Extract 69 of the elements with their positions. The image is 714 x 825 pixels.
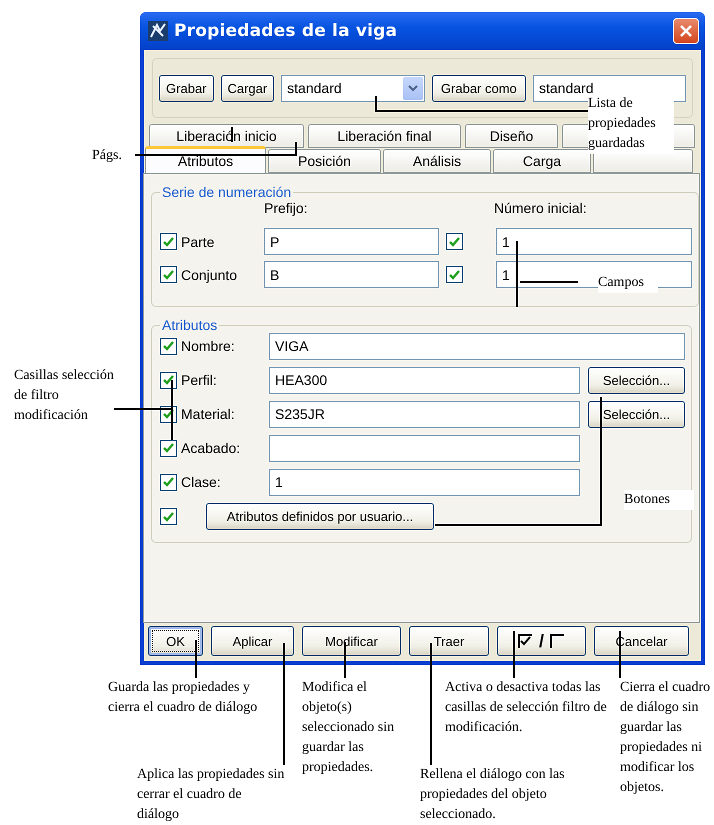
- leader-line: [516, 241, 518, 307]
- load-button[interactable]: Cargar: [220, 74, 274, 102]
- save-as-button[interactable]: Grabar como: [432, 74, 526, 102]
- save-button[interactable]: Grabar: [159, 74, 214, 102]
- check-icon: [163, 409, 174, 419]
- dialog-button[interactable]: Traer: [409, 626, 489, 656]
- chevron-down-icon[interactable]: [402, 76, 423, 100]
- dialog-button[interactable]: Modificar: [302, 626, 401, 656]
- check-icon: [163, 512, 174, 522]
- attribute-field[interactable]: VIGA: [269, 332, 685, 360]
- check-icon: [163, 236, 174, 246]
- checkbox[interactable]: [160, 266, 177, 283]
- callout-tooltip: Lista de propiedades guardadas: [588, 94, 674, 154]
- attribute-field[interactable]: [269, 434, 580, 462]
- annotation-text: Botones: [624, 490, 694, 510]
- checkbox[interactable]: [160, 508, 177, 525]
- attribute-field[interactable]: HEA300: [269, 366, 580, 394]
- column-header: Número inicial:: [494, 200, 587, 216]
- field-label: Conjunto: [181, 266, 238, 282]
- tab[interactable]: Atributos: [145, 146, 266, 173]
- field-label: Nombre:: [181, 338, 235, 354]
- close-button[interactable]: [673, 18, 699, 44]
- leader-line: [520, 281, 578, 283]
- user-attributes-button[interactable]: Atributos definidos por usuario...: [206, 503, 434, 530]
- check-icon: [163, 341, 174, 351]
- field-label: Acabado:: [181, 440, 240, 456]
- checkbox[interactable]: [160, 440, 177, 456]
- tab[interactable]: Diseño: [465, 124, 558, 148]
- leader-line: [513, 631, 515, 678]
- tab[interactable]: Análisis: [383, 149, 491, 173]
- field-label: Perfil:: [181, 372, 217, 388]
- field-label: Parte: [181, 234, 214, 250]
- checkbox[interactable]: [160, 372, 177, 388]
- check-icon: [449, 236, 460, 246]
- checked-box-icon: [518, 634, 533, 648]
- app-icon: [148, 21, 168, 41]
- check-icon: [163, 477, 174, 487]
- toggle-checkboxes-button[interactable]: /: [497, 626, 586, 656]
- checkbox[interactable]: [160, 338, 177, 354]
- start-number-field[interactable]: 1: [496, 228, 692, 255]
- tab[interactable]: Carga: [493, 149, 591, 173]
- group-title: Atributos: [161, 317, 218, 333]
- check-icon: [163, 443, 174, 453]
- column-header: Prefijo:: [264, 200, 308, 216]
- check-icon: [449, 270, 460, 280]
- field-label: Clase:: [181, 474, 221, 490]
- checkbox[interactable]: [160, 233, 177, 250]
- leader-line: [344, 642, 346, 678]
- group-title: Serie de numeración: [161, 184, 292, 200]
- tab[interactable]: Liberación final: [308, 124, 461, 148]
- selection-button[interactable]: Selección...: [588, 400, 685, 428]
- empty-box-icon: [550, 634, 565, 648]
- prefix-field[interactable]: P: [264, 228, 439, 255]
- selection-button[interactable]: Selección...: [588, 366, 685, 394]
- check-icon: [163, 375, 174, 385]
- dialog-button[interactable]: OK: [148, 626, 203, 656]
- prefix-field[interactable]: B: [264, 261, 439, 288]
- attribute-field[interactable]: 1: [269, 468, 580, 496]
- dialog-button[interactable]: Aplicar: [211, 626, 294, 656]
- checkbox[interactable]: [446, 233, 463, 250]
- checkbox[interactable]: [446, 266, 463, 283]
- attribute-field[interactable]: S235JR: [269, 400, 580, 428]
- tab[interactable]: Posición: [268, 149, 381, 173]
- check-icon: [163, 270, 174, 280]
- preset-dropdown[interactable]: standard: [281, 74, 425, 102]
- close-icon: [679, 24, 693, 38]
- field-label: Material:: [181, 406, 235, 422]
- checkbox[interactable]: [160, 474, 177, 490]
- window-title: Propiedades de la viga: [174, 21, 398, 41]
